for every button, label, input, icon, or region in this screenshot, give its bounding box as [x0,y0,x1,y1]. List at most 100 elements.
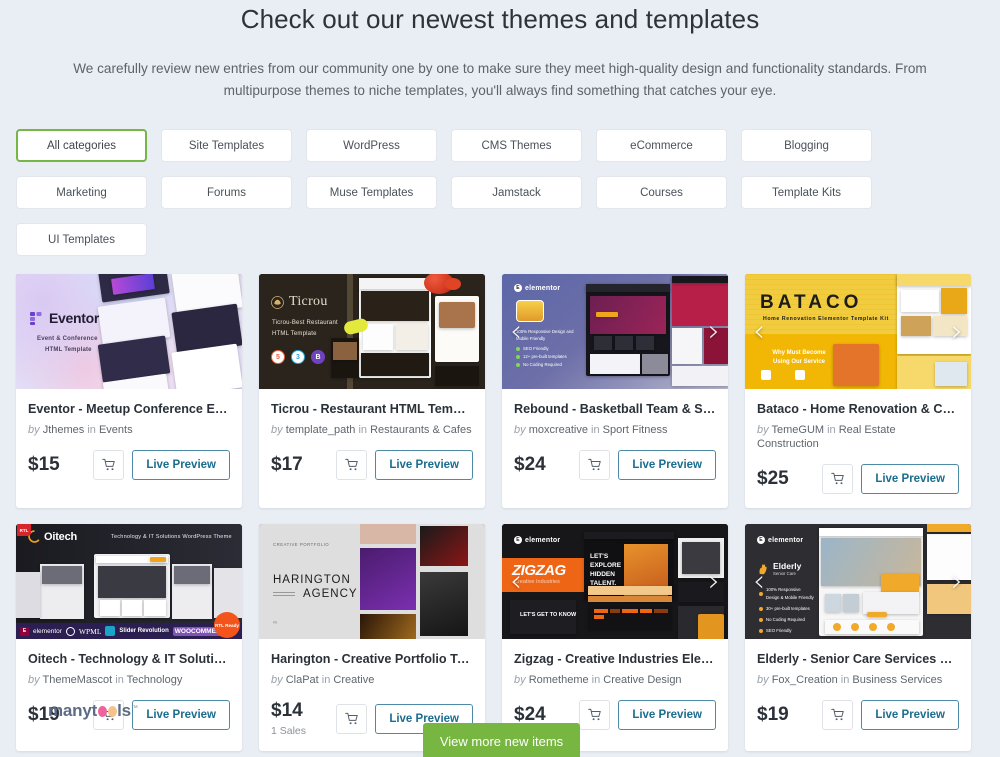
category-chip-all-categories[interactable]: All categories [16,129,147,162]
page-footer: manyt ls™ View more new items [0,692,1000,757]
view-more-button[interactable]: View more new items [423,723,580,757]
item-card[interactable]: E elementor 100% Responsive Design and M… [502,274,728,508]
item-author[interactable]: Jthemes [43,424,85,436]
live-preview-label: Live Preview [146,459,216,471]
category-chip-label: Site Templates [188,139,265,152]
add-to-cart-button[interactable] [336,450,368,480]
item-title[interactable]: Ticrou - Restaurant HTML Template [271,401,473,417]
elementor-badge: E elementor [514,536,560,544]
item-grid: Eventor Event & Conference HTML Template… [0,274,1000,751]
item-thumbnail[interactable]: Oitech Technology & IT Solutions WordPre… [16,524,242,639]
item-author[interactable]: ClaPat [286,674,319,686]
carousel-prev-button[interactable]: ‹ [503,566,529,598]
item-author[interactable]: ThemeMascot [42,674,112,686]
item-thumbnail[interactable]: E elementor ZIGZAG Creative Industries L… [502,524,728,639]
carousel-prev-button[interactable]: ‹ [746,316,772,348]
logo-trademark: ™ [130,705,138,712]
item-author[interactable]: template_path [286,424,356,436]
item-thumbnail[interactable]: E elementor Elderly Senior Care 100% Res… [745,524,971,639]
item-actions: Live Preview [822,464,959,494]
chevron-left-icon: ‹ [753,563,765,599]
thumb-tagline-2: HTML Template [272,331,317,337]
category-chip-cms-themes[interactable]: CMS Themes [451,129,582,162]
category-chip-jamstack[interactable]: Jamstack [451,176,582,209]
item-category[interactable]: Technology [127,674,183,686]
thumb-brand: HARINGTON [273,574,351,586]
category-chip-courses[interactable]: Courses [596,176,727,209]
category-chip-forums[interactable]: Forums [161,176,292,209]
category-chip-muse-templates[interactable]: Muse Templates [306,176,437,209]
item-title[interactable]: Rebound - Basketball Team & Spor... [514,401,716,417]
live-preview-button[interactable]: Live Preview [618,450,716,480]
item-thumbnail[interactable]: E elementor 100% Responsive Design and M… [502,274,728,389]
item-card[interactable]: Ticrou Ticrou-Best Restaurant HTML Templ… [259,274,485,508]
item-title[interactable]: Harington - Creative Portfolio Tem... [271,651,473,667]
thumbnail-art-zigzag: E elementor ZIGZAG Creative Industries L… [502,524,728,639]
item-author[interactable]: Fox_Creation [772,674,838,686]
thumb-tagline-1: Home Renovation Elementor Template Kit [763,316,889,322]
carousel-prev-button[interactable]: ‹ [746,566,772,598]
shopping-cart-icon [345,458,358,471]
item-thumbnail[interactable]: Ticrou Ticrou-Best Restaurant HTML Templ… [259,274,485,389]
badge-0: elementor [33,627,62,635]
price-block: $15 [28,454,60,476]
hero-section: Check out our newest themes and template… [0,0,1000,102]
page-root: Check out our newest themes and template… [0,0,1000,757]
carousel-next-button[interactable]: › [701,566,727,598]
item-thumbnail[interactable]: Eventor Event & Conference HTML Template [16,274,242,389]
live-preview-button[interactable]: Live Preview [375,450,473,480]
item-category[interactable]: Creative [333,674,374,686]
category-chip-site-templates[interactable]: Site Templates [161,129,292,162]
thumb-tagline-1: Ticrou-Best Restaurant [272,320,338,326]
item-card-footer: $17 Live Preview [271,450,473,480]
carousel-prev-button[interactable]: ‹ [503,316,529,348]
item-author[interactable]: Rometheme [529,674,589,686]
by-label: by [514,674,526,686]
category-chip-ecommerce[interactable]: eCommerce [596,129,727,162]
item-title[interactable]: Elderly - Senior Care Services Eleme... [757,651,959,667]
add-to-cart-button[interactable] [93,450,125,480]
item-meta: by Rometheme in Creative Design [514,673,716,687]
item-actions: Live Preview [93,450,230,480]
manytools-logo[interactable]: manyt ls™ [48,701,138,721]
add-to-cart-button[interactable] [579,450,611,480]
thumbnail-art-elderly: E elementor Elderly Senior Care 100% Res… [745,524,971,639]
item-category[interactable]: Creative Design [603,674,681,686]
eventor-logo-icon [30,311,42,325]
thumbnail-art-oitech: Oitech Technology & IT Solutions WordPre… [16,524,242,639]
thumb-tagline-2: LET'S EXPLORE HIDDEN TALENT. [590,553,622,587]
category-chip-blogging[interactable]: Blogging [741,129,872,162]
item-category[interactable]: Sport Fitness [603,424,668,436]
add-to-cart-button[interactable] [822,464,854,494]
category-chip-marketing[interactable]: Marketing [16,176,147,209]
item-card[interactable]: BATACO Home Renovation Elementor Templat… [745,274,971,508]
live-preview-button[interactable]: Live Preview [132,450,230,480]
category-chip-ui-templates[interactable]: UI Templates [16,223,147,256]
item-author[interactable]: moxcreative [529,424,588,436]
item-title[interactable]: Eventor - Meetup Conference Expo ... [28,401,230,417]
item-category[interactable]: Business Services [852,674,942,686]
category-chip-label: Template Kits [771,186,842,199]
carousel-next-button[interactable]: › [701,316,727,348]
item-author[interactable]: TemeGUM [771,424,824,436]
item-category[interactable]: Events [99,424,133,436]
item-card[interactable]: Eventor Event & Conference HTML Template… [16,274,242,508]
carousel-next-button[interactable]: › [944,316,970,348]
thumb-tagline-1: Senior Care [773,571,796,576]
item-title[interactable]: Zigzag - Creative Industries Elemen... [514,651,716,667]
live-preview-button[interactable]: Live Preview [861,464,959,494]
item-thumbnail[interactable]: CREATIVE PORTFOLIO HARINGTON AGENCY ∞ [259,524,485,639]
thumbnail-art-harington: CREATIVE PORTFOLIO HARINGTON AGENCY ∞ [259,524,485,639]
item-category[interactable]: Restaurants & Cafes [370,424,472,436]
item-title[interactable]: Oitech - Technology & IT Solutions ... [28,651,230,667]
item-title[interactable]: Bataco - Home Renovation & Const... [757,401,959,417]
thumb-bullet-3: SEO Friendly [766,628,792,633]
chevron-left-icon: ‹ [510,313,522,349]
category-chip-template-kits[interactable]: Template Kits [741,176,872,209]
in-label: in [321,674,331,686]
thumbnail-art-eventor: Eventor Event & Conference HTML Template [16,274,242,389]
item-thumbnail[interactable]: BATACO Home Renovation Elementor Templat… [745,274,971,389]
category-chip-wordpress[interactable]: WordPress [306,129,437,162]
carousel-next-button[interactable]: › [944,566,970,598]
category-chip-label: UI Templates [48,233,115,246]
